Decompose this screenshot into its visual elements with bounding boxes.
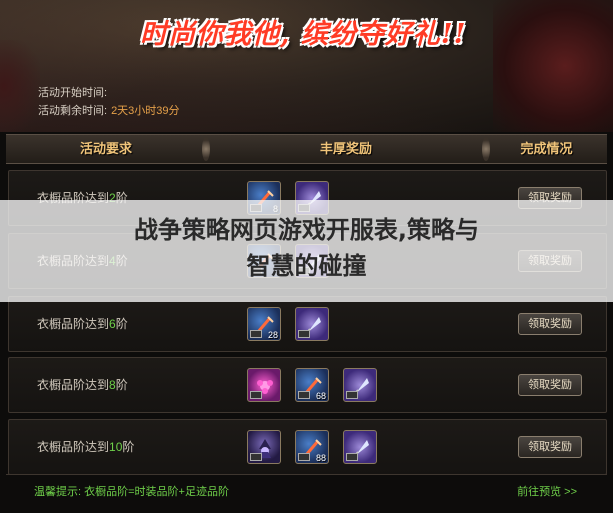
remaining-time: 活动剩余时间: 2天3小时39分 [38,102,180,118]
headline-line1: 战争策略网页游戏开服表,策略与 [133,216,480,244]
banner-title-part2: 缤纷夺好礼!! [300,19,467,50]
claim-reward-button[interactable]: 领取奖励 [518,313,582,335]
item-count: 88 [315,453,326,463]
reward-row: 衣橱品阶达到6阶 28 领取奖励 [8,296,607,352]
footer: 温馨提示: 衣橱品阶=时装品阶+足迹品阶 前往预览 >> [6,474,607,503]
requirement-label: 衣橱品阶达到6阶 [37,315,128,332]
item-count: 28 [267,330,278,340]
requirement-level: 10 [109,440,123,454]
weapon-icon[interactable]: 88 [295,430,329,464]
banner-title: 时尚你我他, 缤纷夺好礼!! [140,12,467,51]
requirement-prefix: 衣橱品阶达到 [37,378,110,392]
requirement-label: 衣橱品阶达到8阶 [37,376,128,393]
item-badge [298,453,310,461]
banner-character-left [0,40,40,132]
blade-icon[interactable] [295,307,329,341]
flower-icon[interactable] [247,368,281,402]
item-badge [346,453,358,461]
footer-tip: 温馨提示: 衣橱品阶=时装品阶+足迹品阶 [34,486,229,498]
item-badge [250,391,262,399]
table-header: 活动要求 丰厚奖励 完成情况 [6,134,607,164]
claim-reward-button[interactable]: 领取奖励 [518,436,582,458]
reward-items: 68 [247,368,377,404]
blade-icon[interactable] [343,368,377,402]
headline-line2: 智慧的碰撞 [246,252,367,280]
item-badge [250,330,262,338]
header-reward: 丰厚奖励 [319,141,372,156]
requirement-suffix: 阶 [115,317,128,331]
reward-row: 衣橱品阶达到8阶 68 领取奖励 [8,357,607,413]
requirement-level: 6 [109,317,116,331]
reward-row: 衣橱品阶达到10阶 88 领取奖励 [8,419,607,475]
remaining-time-value: 2天3小时39分 [111,105,180,117]
page: 时尚你我他, 缤纷夺好礼!! 活动开始时间: 活动剩余时间: 2天3小时39分 活… [0,0,613,513]
preview-link[interactable]: 前往预览 >> [517,483,577,499]
requirement-level: 8 [109,378,116,392]
reward-items: 28 [247,307,329,343]
requirement-prefix: 衣橱品阶达到 [37,317,110,331]
banner-character-right [493,0,613,132]
start-time: 活动开始时间: [38,84,111,100]
requirement-label: 衣橱品阶达到10阶 [37,438,134,455]
requirement-prefix: 衣橱品阶达到 [37,440,110,454]
item-badge [298,391,310,399]
requirement-suffix: 阶 [115,378,128,392]
weapon-icon[interactable]: 28 [247,307,281,341]
item-badge [298,330,310,338]
item-count: 68 [315,391,326,401]
blade-icon[interactable] [343,430,377,464]
header-requirement: 活动要求 [79,141,132,156]
reward-items: 88 [247,430,377,466]
weapon-icon[interactable]: 68 [295,368,329,402]
requirement-suffix: 阶 [122,440,135,454]
item-badge [250,453,262,461]
headline: 战争策略网页游戏开服表,策略与 智慧的碰撞 [0,212,613,284]
header-status: 完成情况 [520,141,573,156]
banner-title-part1: 时尚你我他, [140,19,291,50]
claim-reward-button[interactable]: 领取奖励 [518,374,582,396]
event-banner: 时尚你我他, 缤纷夺好礼!! 活动开始时间: 活动剩余时间: 2天3小时39分 [0,0,613,132]
start-time-label: 活动开始时间: [38,87,108,99]
item-badge [346,391,358,399]
mage-icon[interactable] [247,430,281,464]
remaining-time-label: 活动剩余时间: [38,105,108,117]
